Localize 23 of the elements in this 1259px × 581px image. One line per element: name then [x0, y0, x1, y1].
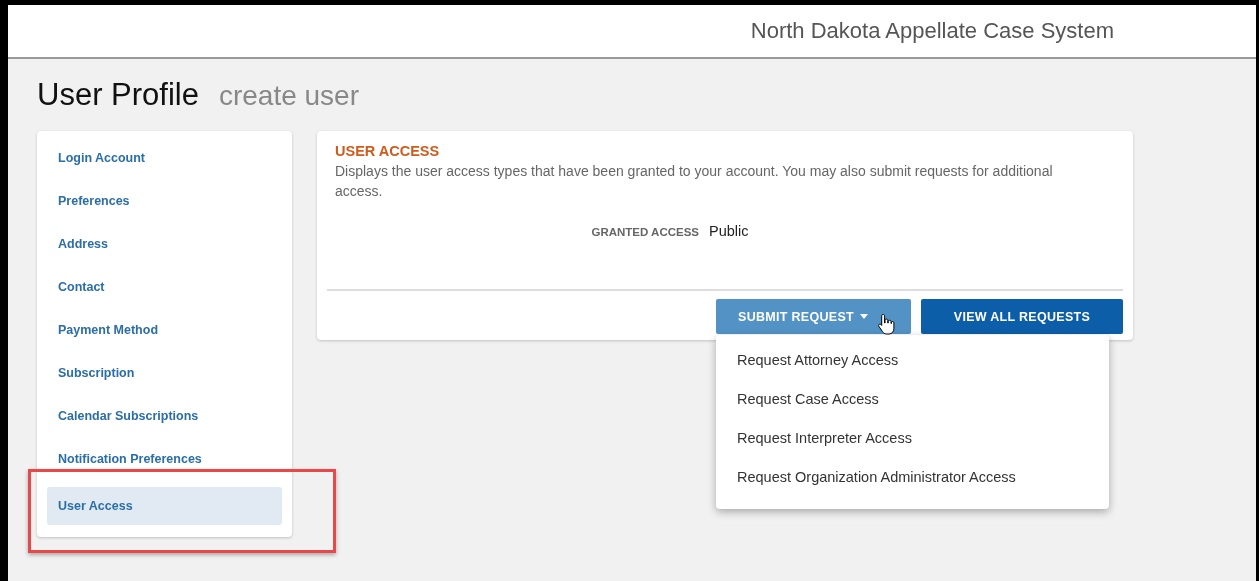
granted-access-value: Public	[709, 223, 749, 239]
page-subtitle: create user	[218, 80, 359, 112]
view-all-requests-button[interactable]: VIEW ALL REQUESTS	[921, 299, 1123, 334]
section-heading: USER ACCESS	[335, 143, 441, 159]
sidebar-item[interactable]: Preferences	[47, 184, 282, 227]
menu-item[interactable]: Request Case Access	[716, 380, 1109, 419]
page-title: User Profile	[37, 77, 199, 113]
sidebar-item[interactable]: Payment Method	[47, 313, 282, 356]
section-description: Displays the user access types that have been granted to your account. You may also submit requests for additional access.	[335, 162, 1054, 201]
menu-item[interactable]: Request Organization Administrator Access	[716, 458, 1109, 497]
sidebar-item[interactable]: User Access	[47, 487, 282, 525]
sidebar-item[interactable]: Login Account	[47, 141, 282, 184]
sidebar-item[interactable]: Contact	[47, 270, 282, 313]
granted-access-label: GRANTED ACCESS	[591, 226, 700, 238]
menu-item[interactable]: Request Interpreter Access	[716, 419, 1109, 458]
sidebar-item[interactable]: Subscription	[47, 356, 282, 399]
submit-request-button[interactable]: SUBMIT REQUEST	[716, 299, 911, 334]
sidebar-item[interactable]: Calendar Subscriptions	[47, 399, 282, 442]
app-title: North Dakota Appellate Case System	[750, 18, 1114, 44]
sidebar-item[interactable]: Address	[47, 227, 282, 270]
sidebar-item[interactable]: Notification Preferences	[47, 442, 282, 485]
menu-item[interactable]: Request Attorney Access	[716, 341, 1109, 380]
caret-icon	[860, 314, 868, 319]
